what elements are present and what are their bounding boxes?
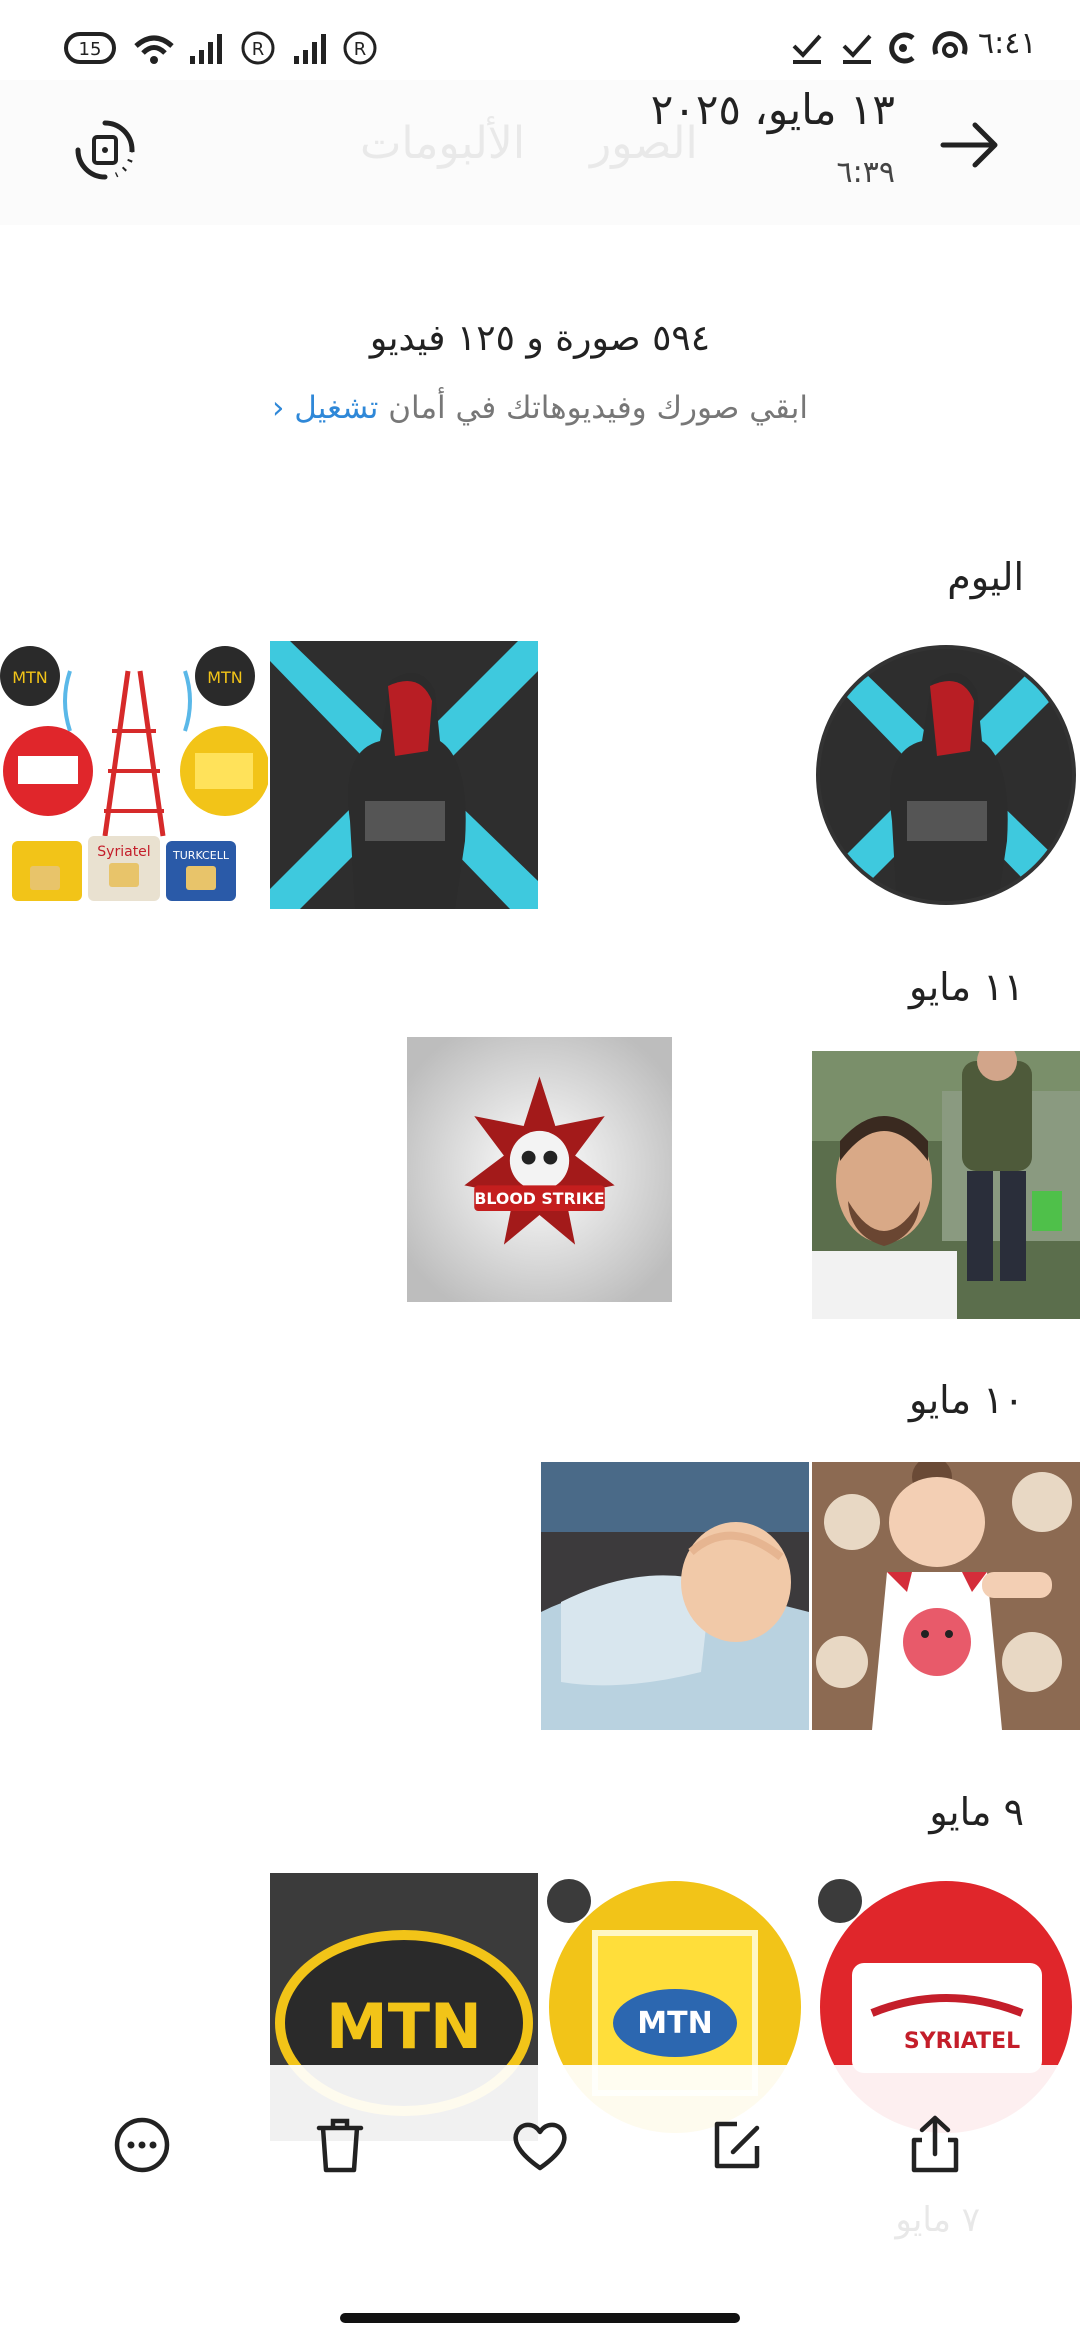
section-label-may-11: ١١ مايو [908, 965, 1024, 1009]
battery-icon: 15 [62, 28, 120, 68]
page-title: ١٣ مايو، ٢٠٢٥ [650, 85, 895, 134]
section-label-may-10: ١٠ مايو [908, 1378, 1024, 1422]
section-label-faded: ٧ مايو [895, 2200, 980, 2240]
roaming-icon: R [340, 28, 380, 68]
signal-icon [188, 28, 228, 68]
photo-baby-sleeping[interactable] [541, 1462, 809, 1730]
svg-text:SYRIATEL: SYRIATEL [904, 2029, 1020, 2054]
section-label-may-9: ٩ مايو [929, 1790, 1024, 1834]
favorite-icon[interactable] [505, 2110, 575, 2180]
photo-selfie[interactable] [812, 1051, 1080, 1319]
edit-icon[interactable] [703, 2110, 773, 2180]
svg-text:Syriatel: Syriatel [97, 844, 150, 860]
photo-blood-strike-logo[interactable]: BLOOD STRIKE [407, 1037, 672, 1302]
sync-icon [885, 28, 921, 68]
photo-operator-collage[interactable]: MTN MTN Syriatel TURKCELL [0, 641, 268, 909]
header: الألبومات الصور ١٣ مايو، ٢٠٢٥ ٦:٣٩ [0, 80, 1080, 225]
svg-text:BLOOD STRIKE: BLOOD STRIKE [474, 1189, 604, 1208]
share-icon[interactable] [900, 2110, 970, 2180]
hotspot-icon [930, 28, 970, 68]
svg-text:R: R [252, 39, 265, 60]
svg-text:R: R [354, 39, 367, 60]
chevron-left-icon[interactable]: ‹ [272, 390, 284, 426]
check-icon [790, 28, 824, 68]
backup-banner: ابقي صورك وفيديوهاتك في أمان تشغيل ‹ [0, 390, 1080, 426]
svg-text:15: 15 [79, 39, 102, 60]
media-count: ٥٩٤ صورة و ١٢٥ فيديو [369, 318, 711, 359]
backup-enable-link[interactable]: تشغيل [294, 390, 378, 426]
status-time: ٦:٤١ [978, 26, 1037, 61]
delete-icon[interactable] [305, 2110, 375, 2180]
tab-albums[interactable]: الألبومات [360, 118, 525, 169]
more-icon[interactable] [107, 2110, 177, 2180]
arrow-right-icon[interactable] [935, 110, 1005, 180]
photo-hero-character-circle[interactable] [812, 641, 1080, 909]
roaming-icon: R [238, 28, 278, 68]
check-icon [840, 28, 874, 68]
backup-text: ابقي صورك وفيديوهاتك في أمان [388, 390, 808, 426]
wifi-icon [132, 28, 176, 68]
rotate-icon[interactable] [70, 115, 140, 185]
photo-hero-character[interactable] [270, 641, 538, 909]
signal-icon [292, 28, 332, 68]
page-subtitle-time: ٦:٣٩ [836, 155, 895, 190]
bottom-toolbar [0, 2065, 1080, 2305]
photo-baby-awake[interactable] [812, 1462, 1080, 1730]
home-indicator[interactable] [340, 2313, 740, 2323]
section-label-today: اليوم [947, 555, 1024, 599]
svg-text:MTN: MTN [326, 1990, 482, 2063]
svg-text:MTN: MTN [637, 2006, 712, 2041]
svg-text:MTN: MTN [207, 668, 243, 687]
svg-text:MTN: MTN [12, 668, 48, 687]
svg-text:TURKCELL: TURKCELL [172, 849, 230, 862]
